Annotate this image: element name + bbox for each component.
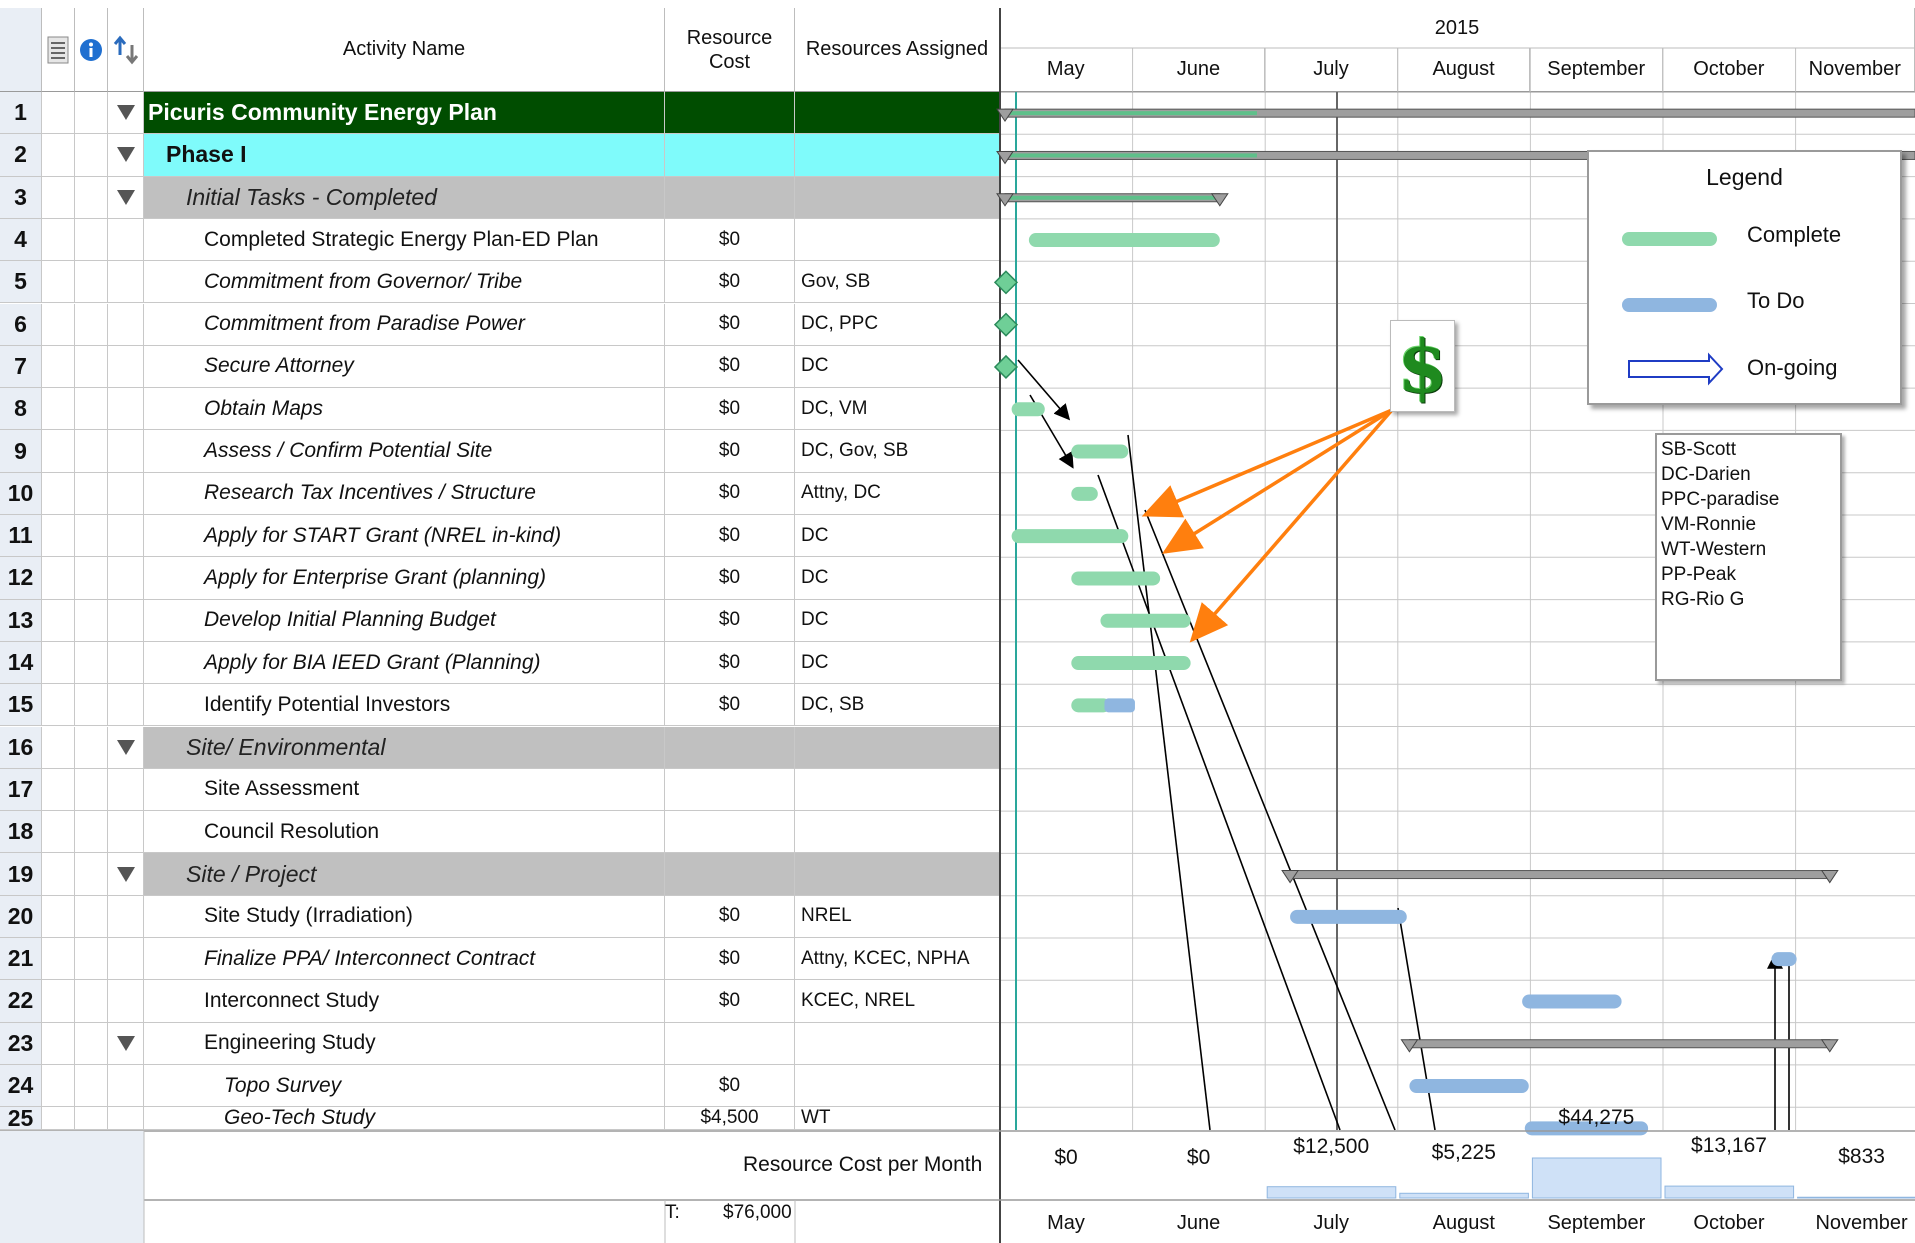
- monthly-cost-bar: [1797, 1196, 1915, 1199]
- footer-left-gutter: [0, 1131, 144, 1243]
- footer-month-label: September: [1547, 1212, 1646, 1234]
- funding-arrow: [1189, 408, 1394, 643]
- abbreviation-item: WT-Western: [1661, 539, 1767, 560]
- resource-abbreviation-box: SB-Scott DC-Darien PPC-paradise VM-Ronnie WT…: [1655, 433, 1842, 681]
- legend-item-complete: Complete: [1747, 222, 1842, 247]
- dollar-sign-icon: $: [1390, 320, 1455, 412]
- legend-todo-swatch: [1622, 298, 1717, 312]
- legend-item-todo: To Do: [1747, 288, 1805, 313]
- monthly-cost-label: $44,275: [1558, 1106, 1635, 1129]
- dependency-line: [1397, 907, 1436, 1131]
- monthly-cost-label: $12,500: [1293, 1134, 1370, 1158]
- summary-progress: [1005, 111, 1257, 116]
- total-value: $76,000: [723, 1202, 792, 1223]
- dependency-line: [1127, 434, 1211, 1131]
- complete-bar: [1100, 613, 1191, 628]
- complete-bar: [1028, 233, 1220, 248]
- footer-month-label: November: [1815, 1212, 1908, 1234]
- abbreviation-item: PPC-paradise: [1661, 489, 1780, 510]
- footer-month-label: June: [1176, 1212, 1221, 1234]
- abbreviation-item: DC-Darien: [1661, 464, 1751, 485]
- abbreviation-item: RG-Rio G: [1661, 589, 1745, 610]
- abbreviation-item: VM-Ronnie: [1661, 514, 1757, 535]
- total-label: T:: [665, 1202, 680, 1223]
- legend-item-ongoing: On-going: [1747, 355, 1838, 380]
- summary-progress: [1005, 195, 1220, 200]
- monthly-cost-label: $0: [1054, 1146, 1078, 1169]
- todo-bar: [1771, 952, 1797, 967]
- monthly-cost-label: $5,225: [1431, 1141, 1496, 1165]
- todo-bar: [1522, 994, 1622, 1009]
- funding-arrow: [1141, 408, 1393, 518]
- todo-bar: [1409, 1079, 1529, 1094]
- gantt-application: Activity Name Resource Cost Resources As…: [0, 0, 1915, 1243]
- monthly-cost-bar: [1531, 1157, 1662, 1199]
- abbreviation-item: SB-Scott: [1661, 439, 1736, 460]
- monthly-cost-bar: [1266, 1186, 1397, 1199]
- complete-bar: [1071, 486, 1098, 501]
- legend-ongoing-swatch: [1628, 352, 1724, 386]
- dependency-line: [1144, 509, 1396, 1131]
- funding-arrow: [1162, 408, 1393, 554]
- monthly-cost-label: $0: [1186, 1146, 1211, 1169]
- milestone-diamond: [993, 312, 1019, 337]
- legend-complete-swatch: [1622, 232, 1717, 246]
- milestone-diamond: [993, 270, 1019, 295]
- complete-bar: [1071, 656, 1191, 671]
- complete-bar: [1071, 571, 1161, 586]
- summary-bar: [1408, 1039, 1831, 1049]
- complete-bar: [1071, 444, 1129, 459]
- resource-cost-per-month-label: Resource Cost per Month: [743, 1153, 983, 1176]
- legend-box: Legend Complete To Do On-going: [1587, 150, 1902, 405]
- footer-month-label: May: [1047, 1212, 1085, 1234]
- footer-month-label: October: [1693, 1212, 1765, 1234]
- summary-bar: [1289, 870, 1831, 880]
- monthly-cost-label: $833: [1838, 1145, 1885, 1169]
- complete-bar: [1011, 529, 1129, 544]
- todo-bar: [1290, 909, 1407, 924]
- complete-bar: [1011, 402, 1045, 417]
- footer-month-label: July: [1313, 1212, 1349, 1234]
- monthly-cost-bar: [1664, 1185, 1795, 1199]
- monthly-cost-bar: [1399, 1192, 1529, 1199]
- todo-bar: [1104, 698, 1135, 713]
- footer-month-label: August: [1432, 1212, 1495, 1234]
- abbreviation-item: PP-Peak: [1661, 564, 1736, 585]
- milestone-diamond: [993, 354, 1019, 380]
- monthly-cost-label: $13,167: [1691, 1134, 1767, 1158]
- summary-progress: [1005, 153, 1257, 158]
